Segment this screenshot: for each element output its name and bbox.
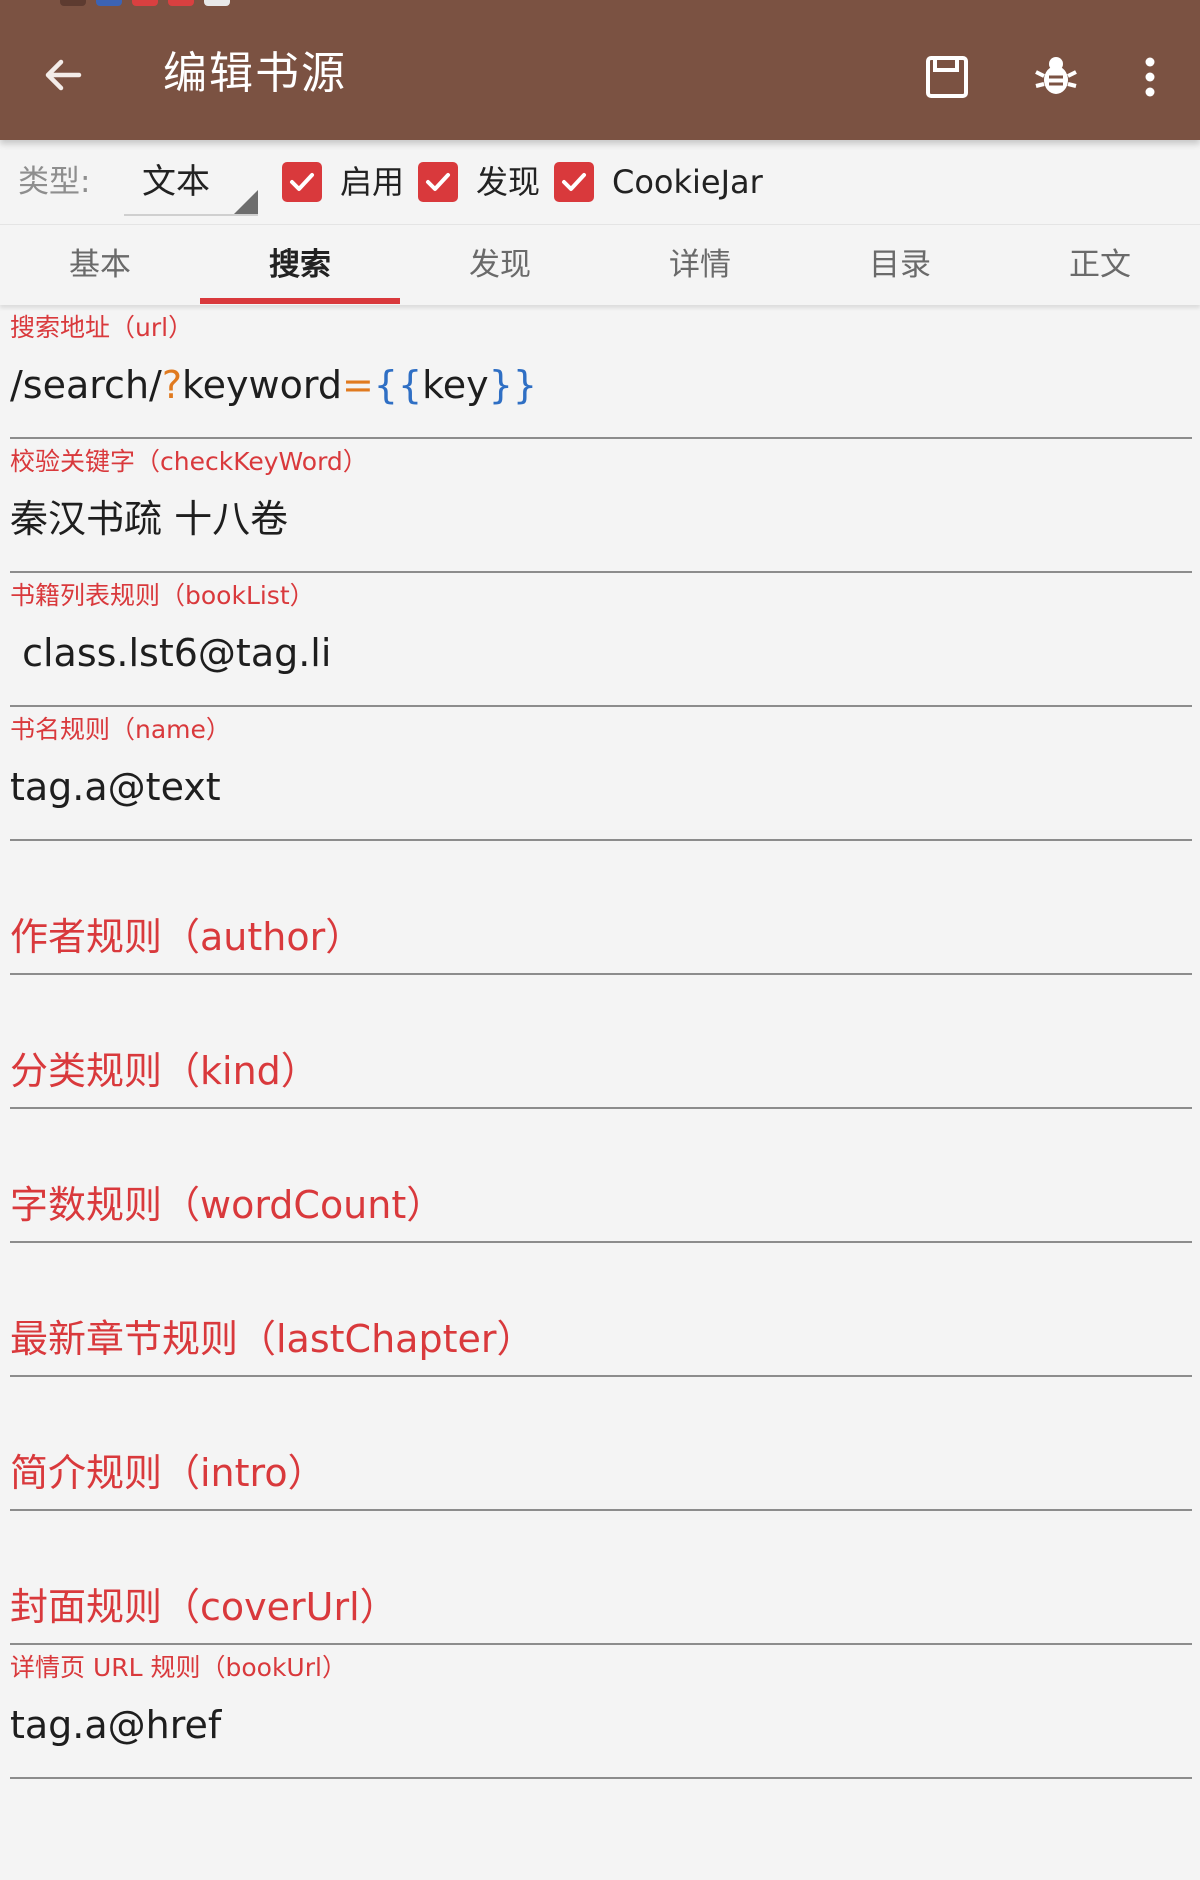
field-label: 书名规则（name） — [10, 715, 231, 744]
save-button[interactable] — [912, 42, 982, 112]
debug-button[interactable] — [1021, 42, 1091, 112]
type-select-value: 文本 — [142, 162, 210, 202]
field-label: 详情页 URL 规则（bookUrl） — [10, 1653, 347, 1682]
field-label: 搜索地址（url） — [10, 313, 194, 342]
bug-icon — [1035, 57, 1077, 94]
checkmark-icon — [282, 162, 322, 202]
dropdown-triangle-icon — [234, 190, 258, 214]
more-vert-icon — [1145, 57, 1155, 97]
last-chapter-input-hint: 最新章节规则（lastChapter） — [10, 1317, 535, 1361]
intro-field[interactable]: 简介规则（intro） — [10, 1377, 1192, 1511]
name-field[interactable]: 书名规则（name） tag.a@text — [10, 707, 1192, 841]
tab-basic[interactable]: 基本 — [0, 225, 200, 305]
field-label: 校验关键字（checkKeyWord） — [10, 447, 368, 476]
tab-toc[interactable]: 目录 — [800, 225, 1000, 305]
kind-input-hint: 分类规则（kind） — [10, 1049, 319, 1093]
cookiejar-checkbox[interactable]: CookieJar — [554, 162, 763, 202]
back-button[interactable] — [28, 40, 98, 110]
checkmark-icon — [418, 162, 458, 202]
enable-checkbox[interactable]: 启用 — [282, 162, 404, 202]
check-keyword-field[interactable]: 校验关键字（checkKeyWord） 秦汉书疏 十八卷 — [10, 439, 1192, 573]
field-label: 书籍列表规则（bookList） — [10, 581, 315, 610]
tab-discover[interactable]: 发现 — [400, 225, 600, 305]
search-rules-form: 搜索地址（url） /search/?keyword={{key}} 校验关键字… — [0, 305, 1200, 1880]
check-keyword-input[interactable]: 秦汉书疏 十八卷 — [10, 491, 288, 547]
discover-checkbox-label: 发现 — [476, 163, 541, 201]
name-input[interactable]: tag.a@text — [10, 759, 221, 815]
search-url-field[interactable]: 搜索地址（url） /search/?keyword={{key}} — [10, 305, 1192, 439]
tab-search[interactable]: 搜索 — [200, 225, 400, 305]
discover-checkbox[interactable]: 发现 — [418, 162, 540, 202]
more-options-button[interactable] — [1115, 42, 1185, 112]
tab-detail[interactable]: 详情 — [600, 225, 800, 305]
author-field[interactable]: 作者规则（author） — [10, 841, 1192, 975]
book-list-field[interactable]: 书籍列表规则（bookList） class.lst6@tag.li — [10, 573, 1192, 707]
page-title: 编辑书源 — [163, 48, 347, 99]
source-options-row: 类型: 文本 启用 发现 CookieJar — [0, 140, 1200, 225]
book-url-field[interactable]: 详情页 URL 规则（bookUrl） tag.a@href — [10, 1645, 1192, 1779]
enable-checkbox-label: 启用 — [340, 163, 405, 201]
edit-book-source-screen: 编辑书源 类型: 文本 启用 发现 CookieJar 基本 搜索 发现 详情 … — [0, 0, 1200, 1880]
app-toolbar: 编辑书源 — [0, 0, 1200, 140]
cookiejar-checkbox-label: CookieJar — [612, 163, 763, 201]
book-list-input[interactable]: class.lst6@tag.li — [10, 625, 331, 681]
intro-input-hint: 简介规则（intro） — [10, 1451, 326, 1495]
checkmark-icon — [554, 162, 594, 202]
active-tab-indicator — [200, 298, 400, 304]
book-url-input[interactable]: tag.a@href — [10, 1697, 221, 1753]
section-tabs: 基本 搜索 发现 详情 目录 正文 — [0, 225, 1200, 305]
cover-url-field[interactable]: 封面规则（coverUrl） — [10, 1511, 1192, 1645]
status-bar-remnant — [60, 0, 250, 6]
save-icon — [926, 56, 968, 98]
kind-field[interactable]: 分类规则（kind） — [10, 975, 1192, 1109]
type-select[interactable]: 文本 — [124, 154, 258, 216]
field-underline — [10, 1777, 1192, 1779]
last-chapter-field[interactable]: 最新章节规则（lastChapter） — [10, 1243, 1192, 1377]
tab-content[interactable]: 正文 — [1000, 225, 1200, 305]
search-url-input[interactable]: /search/?keyword={{key}} — [10, 357, 537, 413]
back-arrow-icon — [45, 59, 82, 91]
word-count-input-hint: 字数规则（wordCount） — [10, 1183, 445, 1227]
type-label: 类型: — [18, 164, 91, 200]
author-input-hint: 作者规则（author） — [10, 915, 364, 959]
cover-url-input-hint: 封面规则（coverUrl） — [10, 1585, 398, 1629]
word-count-field[interactable]: 字数规则（wordCount） — [10, 1109, 1192, 1243]
